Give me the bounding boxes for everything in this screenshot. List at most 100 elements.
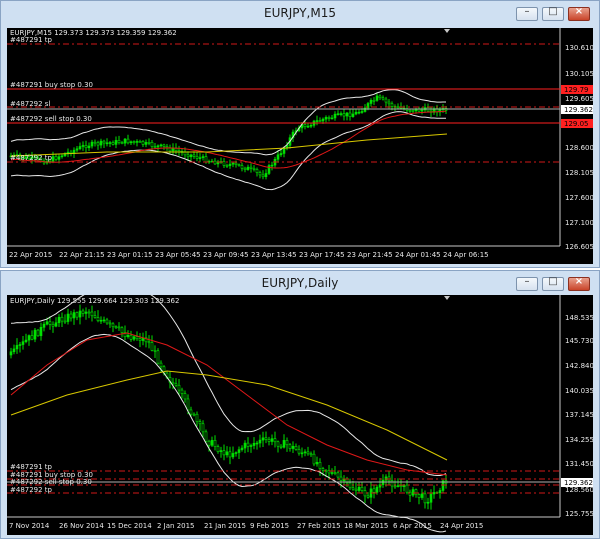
candle-body bbox=[324, 117, 328, 120]
m15-window-title: EURJPY,M15 bbox=[264, 6, 336, 20]
m15-order-label-1: #487291 tp bbox=[10, 36, 53, 44]
candle-body bbox=[171, 381, 175, 385]
candle-body bbox=[42, 323, 46, 328]
candle-body bbox=[225, 165, 229, 167]
candle-body bbox=[405, 484, 409, 493]
daily-chart-window[interactable]: EURJPY,Daily – □ × EURJPY,Daily 129.555 … bbox=[0, 270, 600, 539]
daily-close-button[interactable]: × bbox=[568, 276, 590, 291]
candle-body bbox=[360, 111, 364, 113]
candle-body bbox=[138, 141, 142, 143]
candle-body bbox=[57, 156, 61, 160]
candle-body bbox=[99, 140, 103, 146]
m15-chart-area[interactable]: EURJPY,M15 129.373 129.373 129.359 129.3… bbox=[7, 28, 593, 264]
candle-body bbox=[309, 124, 313, 127]
candle-body bbox=[198, 157, 202, 159]
daily-window-title: EURJPY,Daily bbox=[261, 276, 339, 290]
m15-time-tick: 23 Apr 13:45 bbox=[251, 251, 297, 259]
candle-body bbox=[333, 113, 337, 119]
candle-body bbox=[63, 320, 67, 323]
candle-body bbox=[177, 384, 181, 391]
m15-price-tick: 130.610 bbox=[565, 44, 593, 52]
candle-body bbox=[24, 339, 28, 342]
candle-body bbox=[111, 323, 115, 328]
candle-body bbox=[189, 154, 193, 158]
m15-maximize-button[interactable]: □ bbox=[542, 6, 564, 21]
m15-buy-stop-price: 129.79 bbox=[564, 86, 589, 94]
m15-chart-svg[interactable]: EURJPY,M15 129.373 129.373 129.359 129.3… bbox=[7, 28, 593, 264]
candle-body bbox=[129, 334, 133, 340]
candle-body bbox=[183, 393, 187, 400]
candle-body bbox=[264, 173, 268, 178]
candle-body bbox=[387, 101, 391, 105]
candle-body bbox=[243, 442, 247, 449]
candle-body bbox=[426, 501, 430, 504]
candle-body bbox=[342, 113, 346, 117]
daily-chart-area[interactable]: EURJPY,Daily 129.555 129.664 129.303 129… bbox=[7, 295, 593, 535]
candle-body bbox=[315, 462, 319, 465]
candle-body bbox=[132, 336, 136, 340]
daily-price-tick: 137.145 bbox=[565, 411, 593, 419]
candle-body bbox=[255, 442, 259, 445]
m15-time-tick: 24 Apr 01:45 bbox=[395, 251, 441, 259]
candle-body bbox=[246, 442, 250, 447]
candle-body bbox=[261, 174, 265, 178]
candle-body bbox=[306, 451, 310, 455]
candle-body bbox=[243, 167, 247, 170]
daily-time-tick: 6 Apr 2015 bbox=[393, 522, 432, 530]
m15-close-button[interactable]: × bbox=[568, 6, 590, 21]
m15-title-bar[interactable]: EURJPY,M15 – □ × bbox=[1, 1, 599, 27]
candle-body bbox=[159, 362, 163, 368]
daily-time-tick: 15 Dec 2014 bbox=[107, 522, 152, 530]
m15-price-tick: 128.600 bbox=[565, 144, 593, 152]
candle-body bbox=[372, 488, 376, 493]
candle-body bbox=[351, 113, 355, 117]
daily-chart-svg[interactable]: EURJPY,Daily 129.555 129.664 129.303 129… bbox=[7, 295, 593, 535]
candle-body bbox=[279, 153, 283, 156]
candle-body bbox=[411, 110, 415, 112]
candle-body bbox=[225, 451, 229, 456]
candle-body bbox=[78, 310, 82, 318]
candle-body bbox=[267, 439, 271, 442]
candle-body bbox=[363, 490, 367, 497]
candle-body bbox=[126, 334, 130, 338]
candle-body bbox=[153, 350, 157, 352]
candle-body bbox=[363, 107, 367, 112]
candle-body bbox=[195, 413, 199, 422]
candle-body bbox=[234, 452, 238, 454]
daily-time-tick: 26 Nov 2014 bbox=[59, 522, 104, 530]
candle-body bbox=[36, 329, 40, 337]
candle-body bbox=[300, 452, 304, 455]
candle-body bbox=[258, 439, 262, 444]
m15-minimize-button[interactable]: – bbox=[516, 6, 538, 21]
candle-body bbox=[201, 423, 205, 433]
candle-body bbox=[156, 145, 160, 148]
candle-body bbox=[240, 447, 244, 450]
m15-time-tick: 24 Apr 06:15 bbox=[443, 251, 489, 259]
candle-body bbox=[195, 156, 199, 159]
candle-body bbox=[75, 312, 79, 318]
daily-title-bar[interactable]: EURJPY,Daily – □ × bbox=[1, 271, 599, 297]
candle-body bbox=[135, 336, 139, 339]
candle-body bbox=[261, 437, 265, 441]
candle-body bbox=[309, 453, 313, 456]
m15-price-tick: 130.105 bbox=[565, 70, 593, 78]
candle-body bbox=[252, 442, 256, 446]
candle-body bbox=[213, 439, 217, 447]
candle-body bbox=[351, 487, 355, 490]
candle-body bbox=[237, 164, 241, 166]
candle-body bbox=[294, 446, 298, 450]
m15-chart-window[interactable]: EURJPY,M15 – □ × EURJPY,M15 129.373 129.… bbox=[0, 0, 600, 268]
candle-body bbox=[45, 321, 49, 325]
daily-minimize-button[interactable]: – bbox=[516, 276, 538, 291]
daily-maximize-button[interactable]: □ bbox=[542, 276, 564, 291]
candle-body bbox=[390, 103, 394, 107]
candle-body bbox=[420, 493, 424, 498]
candle-body bbox=[87, 145, 91, 149]
candle-body bbox=[51, 156, 55, 162]
candle-body bbox=[429, 493, 433, 503]
candle-body bbox=[180, 389, 184, 394]
daily-order-label-1: #487291 tp bbox=[10, 463, 53, 471]
m15-time-tick: 23 Apr 01:15 bbox=[107, 251, 153, 259]
daily-time-tick: 9 Feb 2015 bbox=[250, 522, 289, 530]
candle-body bbox=[255, 169, 259, 173]
